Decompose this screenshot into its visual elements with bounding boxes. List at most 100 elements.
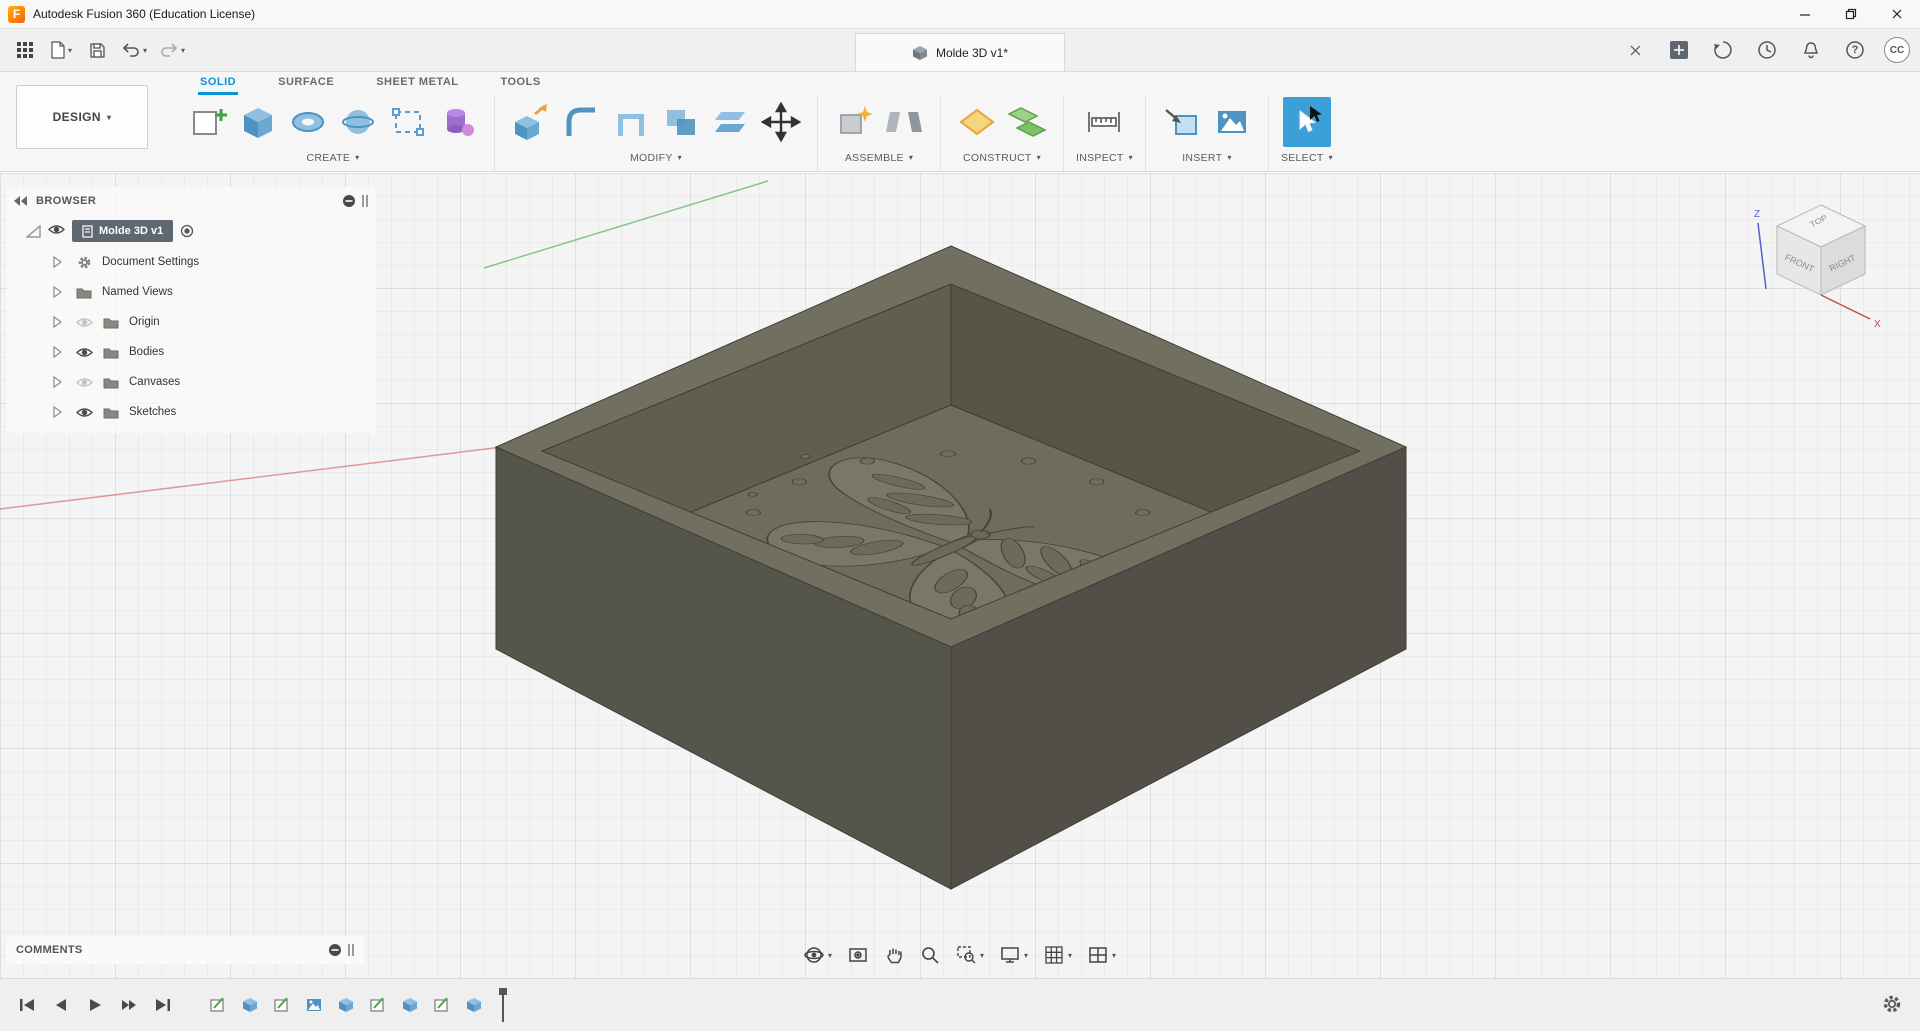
file-menu-button[interactable]: ▾ bbox=[46, 35, 76, 65]
mold-box[interactable] bbox=[496, 246, 1406, 889]
tab-tools[interactable]: TOOLS bbox=[498, 72, 542, 95]
primitive-icon[interactable] bbox=[434, 97, 482, 147]
pan-hand-icon[interactable] bbox=[881, 942, 907, 968]
close-window-button[interactable] bbox=[1874, 0, 1920, 28]
tab-sheet-metal[interactable]: SHEET METAL bbox=[374, 72, 460, 95]
expand-arrow-icon[interactable] bbox=[48, 406, 66, 418]
expand-arrow-icon[interactable] bbox=[48, 316, 66, 328]
step-forward-button[interactable] bbox=[116, 992, 142, 1018]
select-tool-icon[interactable] bbox=[1283, 97, 1331, 147]
create-sketch-icon[interactable] bbox=[184, 97, 232, 147]
group-assemble-label[interactable]: ASSEMBLE▾ bbox=[845, 152, 913, 164]
construction-plane-icon[interactable] bbox=[953, 97, 1001, 147]
play-button[interactable] bbox=[82, 992, 108, 1018]
step-back-button[interactable] bbox=[48, 992, 74, 1018]
panel-resize-grip[interactable] bbox=[362, 195, 368, 207]
timeline-playhead[interactable] bbox=[496, 988, 510, 1022]
browser-item-document-settings[interactable]: Document Settings bbox=[6, 247, 376, 277]
display-settings-icon[interactable]: ▾ bbox=[997, 942, 1031, 968]
combine-icon[interactable] bbox=[657, 97, 705, 147]
app-grid-icon[interactable] bbox=[10, 35, 40, 65]
new-component-icon[interactable] bbox=[830, 97, 878, 147]
expand-arrow-icon[interactable] bbox=[48, 286, 66, 298]
tab-solid[interactable]: SOLID bbox=[198, 72, 238, 95]
collapse-panel-icon[interactable] bbox=[14, 196, 28, 206]
panel-toggle-icon[interactable] bbox=[342, 194, 356, 208]
go-to-end-button[interactable] bbox=[150, 992, 176, 1018]
recent-clock-icon[interactable] bbox=[1752, 35, 1782, 65]
extrude-icon[interactable] bbox=[234, 97, 282, 147]
joint-icon[interactable] bbox=[880, 97, 928, 147]
browser-item-canvases[interactable]: Canvases bbox=[6, 367, 376, 397]
timeline-extrude-icon[interactable] bbox=[398, 993, 422, 1017]
tab-surface[interactable]: SURFACE bbox=[276, 72, 336, 95]
insert-canvas-icon[interactable] bbox=[1208, 97, 1256, 147]
timeline-extrude-icon[interactable] bbox=[462, 993, 486, 1017]
viewport-3d[interactable]: BROWSER Molde 3D v1 bbox=[0, 173, 1920, 978]
save-button[interactable] bbox=[82, 35, 112, 65]
orbit-icon[interactable]: ▾ bbox=[801, 942, 835, 968]
go-to-start-button[interactable] bbox=[14, 992, 40, 1018]
rectangle-pattern-icon[interactable] bbox=[384, 97, 432, 147]
press-pull-icon[interactable] bbox=[507, 97, 555, 147]
account-avatar[interactable]: CC bbox=[1884, 37, 1910, 63]
browser-item-bodies[interactable]: Bodies bbox=[6, 337, 376, 367]
measure-icon[interactable] bbox=[1080, 97, 1128, 147]
browser-item-named-views[interactable]: Named Views bbox=[6, 277, 376, 307]
visibility-eye-icon[interactable] bbox=[75, 407, 93, 418]
group-select-label[interactable]: SELECT▾ bbox=[1281, 152, 1333, 164]
redo-button[interactable]: ▾ bbox=[156, 35, 188, 65]
close-tab-button[interactable] bbox=[1620, 35, 1650, 65]
visibility-eye-icon[interactable] bbox=[75, 317, 93, 328]
move-icon[interactable] bbox=[757, 97, 805, 147]
expand-arrow-icon[interactable] bbox=[48, 256, 66, 268]
undo-button[interactable]: ▾ bbox=[118, 35, 150, 65]
timeline-sketch-icon[interactable] bbox=[430, 993, 454, 1017]
group-create-label[interactable]: CREATE▾ bbox=[307, 152, 360, 164]
look-at-icon[interactable] bbox=[845, 942, 871, 968]
midplane-icon[interactable] bbox=[1003, 97, 1051, 147]
help-icon[interactable]: ? bbox=[1840, 35, 1870, 65]
expand-arrow-icon[interactable] bbox=[48, 346, 66, 358]
zoom-window-icon[interactable]: ▾ bbox=[953, 942, 987, 968]
root-document-item[interactable]: Molde 3D v1 bbox=[72, 220, 173, 242]
workspace-selector[interactable]: DESIGN ▾ bbox=[16, 85, 148, 149]
shell-icon[interactable] bbox=[607, 97, 655, 147]
insert-mesh-icon[interactable] bbox=[1158, 97, 1206, 147]
minimize-button[interactable] bbox=[1782, 0, 1828, 28]
restore-button[interactable] bbox=[1828, 0, 1874, 28]
activate-radio-icon[interactable] bbox=[180, 224, 194, 238]
visibility-eye-icon[interactable] bbox=[75, 377, 93, 388]
timeline-settings-gear-icon[interactable] bbox=[1882, 994, 1902, 1017]
revolve-icon[interactable] bbox=[284, 97, 332, 147]
group-inspect-label[interactable]: INSPECT▾ bbox=[1076, 152, 1133, 164]
grid-settings-icon[interactable]: ▾ bbox=[1041, 942, 1075, 968]
job-status-icon[interactable] bbox=[1708, 35, 1738, 65]
timeline-canvas-icon[interactable] bbox=[302, 993, 326, 1017]
comments-panel[interactable]: COMMENTS bbox=[6, 936, 364, 964]
browser-root-row[interactable]: Molde 3D v1 bbox=[6, 215, 376, 247]
split-icon[interactable] bbox=[707, 97, 755, 147]
sphere-icon[interactable] bbox=[334, 97, 382, 147]
viewports-icon[interactable]: ▾ bbox=[1085, 942, 1119, 968]
timeline-extrude-icon[interactable] bbox=[238, 993, 262, 1017]
new-tab-button[interactable] bbox=[1664, 35, 1694, 65]
panel-toggle-icon[interactable] bbox=[328, 943, 342, 957]
timeline-extrude-icon[interactable] bbox=[334, 993, 358, 1017]
zoom-icon[interactable] bbox=[917, 942, 943, 968]
fillet-icon[interactable] bbox=[557, 97, 605, 147]
timeline-sketch-icon[interactable] bbox=[206, 993, 230, 1017]
browser-item-origin[interactable]: Origin bbox=[6, 307, 376, 337]
browser-item-sketches[interactable]: Sketches bbox=[6, 397, 376, 427]
group-modify-label[interactable]: MODIFY▾ bbox=[630, 152, 682, 164]
timeline-sketch-icon[interactable] bbox=[270, 993, 294, 1017]
visibility-eye-icon[interactable] bbox=[75, 347, 93, 358]
panel-resize-grip[interactable] bbox=[348, 944, 354, 956]
timeline-sketch-icon[interactable] bbox=[366, 993, 390, 1017]
group-construct-label[interactable]: CONSTRUCT▾ bbox=[963, 152, 1041, 164]
viewcube[interactable]: TOP FRONT RIGHT Z X bbox=[1746, 189, 1896, 342]
notifications-bell-icon[interactable] bbox=[1796, 35, 1826, 65]
group-insert-label[interactable]: INSERT▾ bbox=[1182, 152, 1231, 164]
visibility-eye-icon[interactable] bbox=[48, 224, 65, 238]
document-tab[interactable]: Molde 3D v1* bbox=[855, 33, 1065, 71]
